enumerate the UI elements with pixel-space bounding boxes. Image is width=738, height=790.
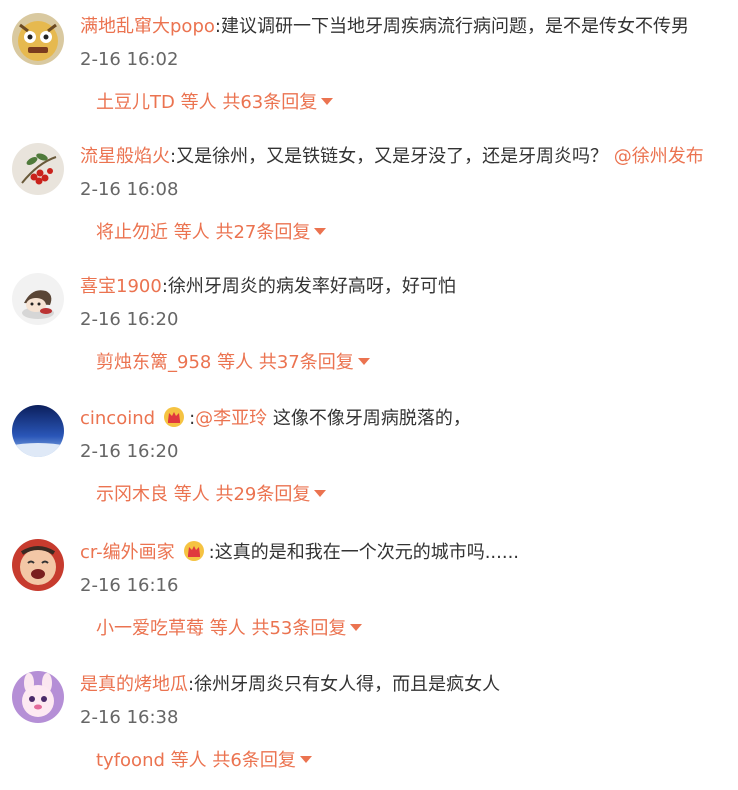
avatar[interactable] xyxy=(12,539,64,591)
username-link[interactable]: 流星般焰火 xyxy=(80,146,170,167)
username-link[interactable]: 喜宝1900 xyxy=(80,276,162,297)
view-replies-link[interactable]: 示冈木良 等人 共29条回复 xyxy=(96,483,327,507)
avatar-berries-icon xyxy=(12,143,64,195)
comment-item: 喜宝1900:徐州牙周炎的病发率好高呀，好可怕 2-16 16:20 剪烛东篱_… xyxy=(0,260,738,392)
username-link[interactable]: 满地乱窜大popo xyxy=(80,16,215,37)
reply-count: 等人 共29条回复 xyxy=(173,484,311,505)
view-replies-link[interactable]: 剪烛东篱_958 等人 共37条回复 xyxy=(96,351,370,375)
comment-item: 流星般焰火:又是徐州，又是铁链女，又是牙没了，还是牙周炎吗？ @徐州发布 2-1… xyxy=(0,130,738,262)
reply-user: tyfoond xyxy=(96,750,165,771)
avatar[interactable] xyxy=(12,13,64,65)
view-replies-link[interactable]: 土豆儿TD 等人 共63条回复 xyxy=(96,91,334,115)
comment-text: :这真的是和我在一个次元的城市吗...... xyxy=(208,542,520,563)
comment-line: cincoind:@李亚玲 这像不像牙周病脱落的， xyxy=(80,405,734,433)
avatar-sky-icon xyxy=(12,405,64,457)
caret-down-icon xyxy=(299,756,312,763)
mention-link[interactable]: @李亚玲 xyxy=(195,408,267,429)
comment-text: :徐州牙周炎只有女人得，而且是疯女人 xyxy=(188,674,501,695)
crown-badge-icon[interactable] xyxy=(183,540,205,562)
comment-text: :徐州牙周炎的病发率好高呀，好可怕 xyxy=(161,276,456,297)
avatar[interactable] xyxy=(12,273,64,325)
comment-line: 流星般焰火:又是徐州，又是铁链女，又是牙没了，还是牙周炎吗？ @徐州发布 xyxy=(80,143,734,171)
comment-time: 2-16 16:16 xyxy=(80,575,179,596)
username-link[interactable]: cincoind xyxy=(80,408,155,429)
reply-count: 等人 共63条回复 xyxy=(180,92,318,113)
caret-down-icon xyxy=(314,228,327,235)
view-replies-link[interactable]: 将止勿近 等人 共27条回复 xyxy=(96,221,327,245)
reply-count: 等人 共53条回复 xyxy=(209,618,347,639)
comment-item: 满地乱窜大popo:建议调研一下当地牙周疾病流行病问题，是不是传女不传男 2-1… xyxy=(0,0,738,132)
avatar[interactable] xyxy=(12,405,64,457)
caret-down-icon xyxy=(321,98,334,105)
reply-user: 小一爱吃草莓 xyxy=(96,618,204,639)
reply-count: 等人 共6条回复 xyxy=(170,750,296,771)
avatar-cartoon-icon xyxy=(12,13,64,65)
comment-time: 2-16 16:08 xyxy=(80,179,179,200)
comment-time: 2-16 16:02 xyxy=(80,49,179,70)
reply-user: 剪烛东篱_958 xyxy=(96,352,212,373)
comment-text: 这像不像牙周病脱落的， xyxy=(267,408,471,429)
reply-user: 示冈木良 xyxy=(96,484,168,505)
comment-time: 2-16 16:20 xyxy=(80,441,179,462)
username-link[interactable]: 是真的烤地瓜 xyxy=(80,674,188,695)
reply-user: 将止勿近 xyxy=(96,222,168,243)
comment-item: cr-编外画家 :这真的是和我在一个次元的城市吗...... 2-16 16:16… xyxy=(0,526,738,658)
comment-time: 2-16 16:38 xyxy=(80,707,179,728)
comment-item: cincoind:@李亚玲 这像不像牙周病脱落的， 2-16 16:20 示冈木… xyxy=(0,392,738,524)
comment-line: 是真的烤地瓜:徐州牙周炎只有女人得，而且是疯女人 xyxy=(80,671,734,699)
comment-text: :又是徐州，又是铁链女，又是牙没了，还是牙周炎吗？ xyxy=(170,146,609,167)
reply-count: 等人 共27条回复 xyxy=(173,222,311,243)
avatar-baby-icon xyxy=(12,539,64,591)
avatar[interactable] xyxy=(12,143,64,195)
username-link[interactable]: cr-编外画家 xyxy=(80,542,175,563)
comment-item: 是真的烤地瓜:徐州牙周炎只有女人得，而且是疯女人 2-16 16:38 tyfo… xyxy=(0,658,738,790)
mention-link[interactable]: @徐州发布 xyxy=(614,146,704,167)
caret-down-icon xyxy=(314,490,327,497)
crown-badge-icon[interactable] xyxy=(163,406,185,428)
caret-down-icon xyxy=(357,358,370,365)
view-replies-link[interactable]: 小一爱吃草莓 等人 共53条回复 xyxy=(96,617,363,641)
comment-line: 满地乱窜大popo:建议调研一下当地牙周疾病流行病问题，是不是传女不传男 xyxy=(80,13,734,41)
reply-user: 土豆儿TD xyxy=(96,92,175,113)
view-replies-link[interactable]: tyfoond 等人 共6条回复 xyxy=(96,749,312,773)
caret-down-icon xyxy=(350,624,363,631)
comment-line: 喜宝1900:徐州牙周炎的病发率好高呀，好可怕 xyxy=(80,273,734,301)
reply-count: 等人 共37条回复 xyxy=(217,352,354,373)
comment-text: :建议调研一下当地牙周疾病流行病问题，是不是传女不传男 xyxy=(214,16,689,37)
comment-time: 2-16 16:20 xyxy=(80,309,179,330)
avatar[interactable] xyxy=(12,671,64,723)
avatar-bunny-icon xyxy=(12,671,64,723)
avatar-character-icon xyxy=(12,273,64,325)
comment-line: cr-编外画家 :这真的是和我在一个次元的城市吗...... xyxy=(80,539,734,567)
